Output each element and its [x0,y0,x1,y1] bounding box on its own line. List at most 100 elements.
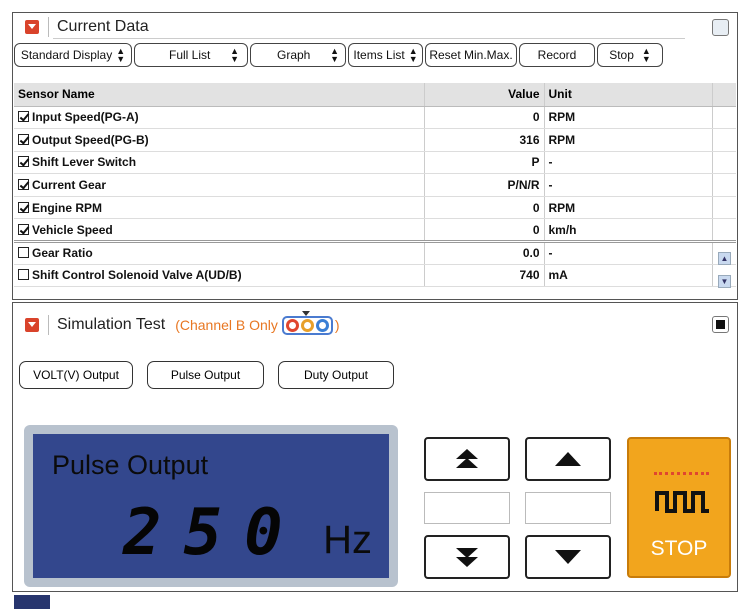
items-list-label: Items List [353,48,405,62]
value-cell: 0 [424,218,545,243]
sensor-name-header[interactable]: Sensor Name [14,83,425,107]
row-filler [712,151,736,175]
output-mode-buttons: VOLT(V) Output Pulse Output Duty Output [19,361,394,389]
stop-select[interactable]: Stop ▲ ▼ [597,43,663,67]
channel-indicator[interactable] [281,310,333,335]
volt-output-button[interactable]: VOLT(V) Output [19,361,133,389]
decrease-button[interactable] [525,535,611,579]
row-filler [712,196,736,220]
stop-button-label: STOP [650,537,708,560]
table-row[interactable]: Shift Control Solenoid Valve A(UD/B) 740… [14,264,736,288]
stop-indicator-dots [654,472,709,475]
sensor-table: Sensor Name Value Unit Input Speed(PG-A)… [14,83,736,288]
table-row[interactable]: Input Speed(PG-A) 0 RPM [14,106,736,130]
full-list-select[interactable]: Full List ▲ ▼ [134,43,248,67]
updown-arrow-icon: ▲ ▼ [330,46,339,64]
up-arrow-icon [555,452,581,466]
lcd-mode-label: Pulse Output [52,450,209,480]
table-header-row: Sensor Name Value Unit [14,83,736,107]
table-row[interactable]: Gear Ratio 0.0 - [14,240,736,265]
table-row[interactable]: Engine RPM 0 RPM [14,196,736,220]
unit-cell: - [544,173,713,197]
header-underline [53,38,685,39]
stop-label: Stop [609,48,634,62]
corner-tab [14,595,50,609]
simulation-test-panel: Simulation Test (Channel B Only ) VOLT(V… [12,302,738,592]
items-list-select[interactable]: Items List ▲ ▼ [348,43,423,67]
checkbox[interactable] [18,247,29,259]
current-data-header: Current Data [13,13,737,41]
fast-increase-button[interactable] [424,437,510,481]
unit-header[interactable]: Unit [544,83,713,107]
restore-window-icon[interactable] [712,19,729,36]
graph-label: Graph [277,48,311,62]
unit-cell: - [544,240,713,265]
simulation-title: Simulation Test [57,316,166,333]
unit-cell: RPM [544,128,713,152]
checkbox[interactable] [18,179,29,191]
step-value-box-right [525,492,611,524]
lcd-value: 250 [123,496,305,570]
value-header[interactable]: Value [424,83,545,107]
sensor-name-cell: Input Speed(PG-A) [14,106,425,130]
sensor-name-cell: Output Speed(PG-B) [14,128,425,152]
scroll-up-icon[interactable]: ▲ [718,252,731,265]
channel-a-icon [285,318,299,332]
collapse-icon[interactable] [25,318,39,332]
channel-subtitle: (Channel B Only ) [175,310,340,335]
graph-select[interactable]: Graph ▲ ▼ [250,43,346,67]
row-filler [712,128,736,152]
sensor-name: Output Speed(PG-B) [32,132,149,147]
standard-display-select[interactable]: Standard Display ▲ ▼ [14,43,132,67]
header-separator [48,17,49,37]
checkbox[interactable] [18,133,29,145]
header-separator [48,315,49,335]
sensor-name-cell: Gear Ratio [14,240,425,265]
down-arrow-icon [555,550,581,564]
channel-subtitle-prefix: (Channel B Only [175,317,278,333]
value-cell: P/N/R [424,173,545,197]
sensor-name: Vehicle Speed [32,222,113,237]
step-value-box-left [424,492,510,524]
collapse-icon[interactable] [25,20,39,34]
checkbox[interactable] [18,201,29,213]
duty-output-button[interactable]: Duty Output [278,361,394,389]
value-cell: 0.0 [424,240,545,265]
fast-decrease-button[interactable] [424,535,510,579]
increase-button[interactable] [525,437,611,481]
full-list-label: Full List [169,48,211,62]
double-up-arrow-icon [456,449,478,468]
value-cell: 0 [424,196,545,220]
sensor-name: Current Gear [32,178,107,193]
current-data-toolbar: Standard Display ▲ ▼ Full List ▲ ▼ Graph ▲… [13,41,737,69]
sensor-name-cell: Shift Control Solenoid Valve A(UD/B) [14,264,425,288]
reset-min-max-button[interactable]: Reset Min.Max. [425,43,517,67]
pulse-wave-icon [655,491,709,513]
updown-arrow-icon: ▲ ▼ [408,46,418,64]
checkbox[interactable] [18,156,29,168]
checkbox[interactable] [18,269,29,281]
updown-arrow-icon: ▲ ▼ [641,46,651,64]
maximize-window-icon[interactable] [712,316,729,333]
unit-cell: RPM [544,106,713,130]
scroll-down-icon[interactable]: ▼ [718,275,731,288]
standard-display-label: Standard Display [20,48,113,62]
pulse-output-button[interactable]: Pulse Output [147,361,264,389]
header-filler [712,83,736,107]
table-row[interactable]: Vehicle Speed 0 km/h [14,218,736,243]
table-row[interactable]: Shift Lever Switch P - [14,151,736,175]
table-row[interactable]: Current Gear P/N/R - [14,173,736,197]
channel-b-icon [300,318,314,332]
channel-c-icon [315,318,329,332]
updown-arrow-icon: ▲ ▼ [116,46,126,64]
table-row[interactable]: Output Speed(PG-B) 316 RPM [14,128,736,152]
checkbox[interactable] [18,111,29,123]
record-button[interactable]: Record [519,43,595,67]
stop-simulation-button[interactable]: STOP [627,437,731,578]
lcd-display: Pulse Output 250 Hz [24,425,398,587]
checkbox[interactable] [18,223,29,235]
lcd-unit: Hz [323,518,372,562]
sensor-name: Shift Lever Switch [32,155,137,170]
double-down-arrow-icon [456,548,478,567]
unit-cell: km/h [544,218,713,243]
